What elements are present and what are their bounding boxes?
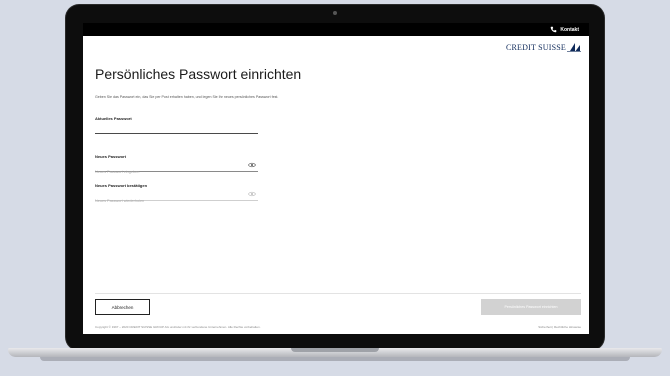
new-password-label: Neues Passwort [95, 154, 126, 159]
new-password-input[interactable] [95, 167, 245, 177]
laptop-base-notch [291, 348, 379, 352]
laptop-base-shadow [40, 357, 630, 361]
phone-icon [551, 26, 557, 33]
intro-text: Geben Sie das Passwort ein, das Sie per … [95, 95, 279, 99]
footer-copyright: Copyright © 1997 – 2020 CREDIT SUISSE GR… [95, 325, 261, 329]
page-title: Persönliches Passwort einrichten [95, 66, 302, 82]
confirm-password-field[interactable] [95, 189, 258, 206]
contact-label: Kontakt [560, 26, 579, 33]
eye-icon[interactable] [248, 162, 256, 168]
camera-dot [333, 11, 337, 15]
top-bar: Kontakt [83, 23, 589, 36]
sails-icon [567, 43, 581, 52]
current-password-label: Aktuelles Passwort [95, 116, 132, 121]
credit-suisse-logo[interactable]: CREDIT SUISSE [506, 41, 581, 52]
submit-button[interactable]: Persönliches Passwort einrichten [481, 299, 581, 315]
logo-text: CREDIT SUISSE [505, 43, 566, 52]
current-password-input[interactable] [95, 129, 245, 139]
footer-divider [95, 293, 581, 294]
confirm-password-label: Neues Passwort bestätigen [95, 183, 148, 188]
browser-screen: Kontakt CREDIT SUISSE Persönliches Passw… [83, 23, 589, 334]
new-password-field[interactable] [95, 160, 258, 177]
eye-icon[interactable] [248, 191, 256, 197]
footer-links[interactable]: Sicherheit | Rechtliche Hinweise [538, 325, 581, 329]
confirm-password-input[interactable] [95, 196, 245, 206]
contact-link[interactable]: Kontakt [550, 25, 579, 34]
cancel-button[interactable]: Abbrechen [95, 299, 150, 315]
current-password-field[interactable] [95, 122, 258, 139]
